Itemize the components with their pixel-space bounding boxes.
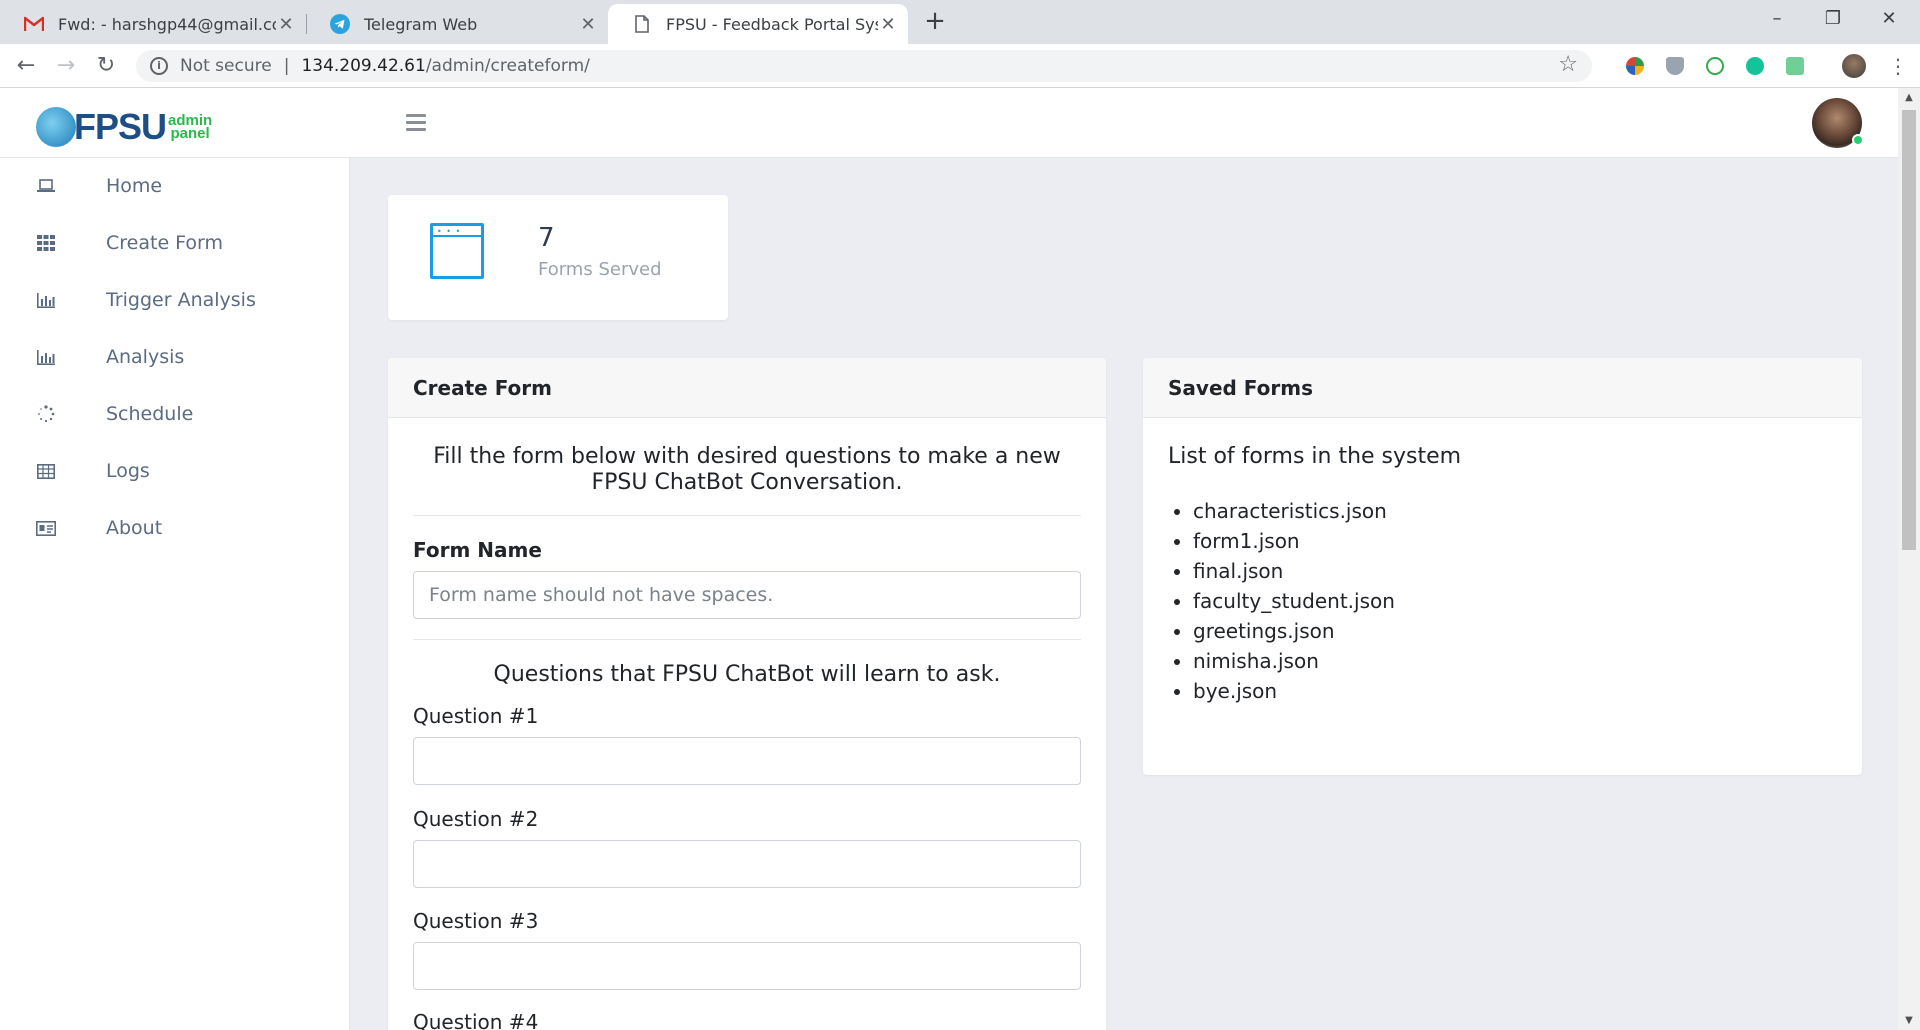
browser-toolbar: ← → ↻ i Not secure | 134.209.42.61 /admi… — [0, 44, 1920, 88]
grammarly-icon[interactable] — [1746, 57, 1764, 75]
sidebar-item-label: Analysis — [106, 346, 185, 368]
list-item: bye.json — [1193, 676, 1395, 706]
image-extension-icon[interactable] — [1786, 57, 1804, 75]
sidebar-item-home[interactable]: Home — [0, 166, 350, 206]
question-3-label: Question #3 — [413, 909, 539, 933]
app-header: FPSU admin panel — [0, 88, 1898, 158]
sidebar-item-analysis[interactable]: Analysis — [0, 337, 350, 377]
sidebar-item-label: Create Form — [106, 232, 224, 254]
restore-button[interactable]: ❐ — [1810, 0, 1856, 40]
logo-subtitle-line2: panel — [170, 125, 210, 142]
address-divider: | — [283, 56, 290, 76]
create-form-intro: Fill the form below with desired questio… — [433, 444, 1061, 495]
sidebar-item-label: Schedule — [106, 403, 194, 425]
form-name-label: Form Name — [413, 538, 542, 562]
saved-forms-title: Saved Forms — [1143, 358, 1862, 418]
sidebar-item-label: Trigger Analysis — [106, 289, 256, 311]
check-extension-icon[interactable] — [1706, 57, 1724, 75]
scrollbar-thumb[interactable] — [1902, 110, 1916, 550]
questions-heading: Questions that FPSU ChatBot will learn t… — [493, 662, 1001, 687]
sidebar-item-label: About — [106, 517, 163, 539]
sidebar-item-logs[interactable]: Logs — [0, 451, 350, 491]
laptop-icon — [34, 179, 58, 193]
tab-title: Fwd: - harshgp44@gmail.com - G — [58, 14, 276, 34]
forms-served-card: • • • 7 Forms Served — [388, 195, 728, 320]
logo-text: FPSU — [74, 106, 167, 147]
globe-logo-icon — [36, 107, 76, 147]
divider — [413, 639, 1081, 640]
list-item: nimisha.json — [1193, 646, 1395, 676]
menu-toggle-icon[interactable] — [406, 114, 426, 135]
close-tab-icon[interactable]: ✕ — [578, 14, 598, 35]
security-label: Not secure — [180, 56, 272, 76]
scroll-up-arrow-icon[interactable]: ▲ — [1898, 92, 1920, 103]
saved-forms-subtitle: List of forms in the system — [1168, 444, 1462, 469]
browser-tab-bar: Fwd: - harshgp44@gmail.com - G ✕ Telegra… — [0, 0, 1920, 44]
list-item: final.json — [1193, 556, 1395, 586]
forms-served-count: 7 — [538, 223, 555, 253]
question-4-label: Question #4 — [413, 1010, 539, 1030]
bar-chart-icon — [34, 292, 58, 308]
online-status-dot — [1852, 134, 1864, 146]
extension-icon[interactable] — [1626, 57, 1644, 75]
fpsu-logo[interactable]: FPSU admin panel — [36, 106, 212, 148]
browser-tab-fpsu[interactable]: FPSU - Feedback Portal System fo ✕ — [608, 4, 908, 44]
spinner-icon — [34, 405, 58, 423]
page-icon — [632, 14, 652, 34]
address-bar[interactable]: i Not secure | 134.209.42.61 /admin/crea… — [136, 50, 1592, 82]
table-icon — [34, 463, 58, 479]
close-tab-icon[interactable]: ✕ — [878, 14, 898, 35]
forward-button[interactable]: → — [52, 52, 80, 80]
tab-title: FPSU - Feedback Portal System fo — [666, 14, 878, 34]
close-tab-icon[interactable]: ✕ — [276, 14, 296, 35]
url-path: /admin/createform/ — [425, 56, 590, 76]
divider — [413, 515, 1081, 516]
create-form-card: Create Form Fill the form below with des… — [388, 358, 1106, 1030]
forms-served-label: Forms Served — [538, 259, 662, 280]
tab-title: Telegram Web — [364, 14, 478, 34]
shield-extension-icon[interactable] — [1666, 57, 1684, 75]
bookmark-star-icon[interactable]: ☆ — [1558, 52, 1578, 77]
browser-tab-telegram[interactable]: Telegram Web ✕ — [306, 4, 608, 44]
sidebar-item-trigger-analysis[interactable]: Trigger Analysis — [0, 280, 350, 320]
sidebar-item-schedule[interactable]: Schedule — [0, 394, 350, 434]
new-tab-button[interactable]: + — [920, 6, 950, 36]
list-item: characteristics.json — [1193, 496, 1395, 526]
browser-menu-icon[interactable]: ⋮ — [1888, 54, 1908, 78]
gmail-icon — [24, 14, 44, 34]
form-name-input[interactable] — [413, 571, 1081, 619]
info-icon[interactable]: i — [150, 57, 168, 75]
sidebar-item-label: Logs — [106, 460, 150, 482]
saved-forms-list: characteristics.json form1.json final.js… — [1193, 496, 1395, 706]
telegram-icon — [330, 14, 350, 34]
browser-window-icon: • • • — [430, 223, 484, 279]
list-item: form1.json — [1193, 526, 1395, 556]
question-2-input[interactable] — [413, 840, 1081, 888]
url-host: 134.209.42.61 — [301, 56, 426, 76]
question-1-label: Question #1 — [413, 704, 539, 728]
browser-tab-gmail[interactable]: Fwd: - harshgp44@gmail.com - G ✕ — [0, 4, 306, 44]
question-1-input[interactable] — [413, 737, 1081, 785]
saved-forms-card: Saved Forms List of forms in the system … — [1143, 358, 1862, 775]
id-card-icon — [34, 520, 58, 536]
scroll-down-arrow-icon[interactable]: ▼ — [1898, 1015, 1920, 1026]
sidebar-item-about[interactable]: About — [0, 508, 350, 548]
sidebar-item-label: Home — [106, 175, 163, 197]
minimize-button[interactable]: – — [1754, 0, 1800, 40]
sidebar: Home Create Form Trigger Analysis Analys… — [0, 158, 350, 1030]
list-item: greetings.json — [1193, 616, 1395, 646]
close-window-button[interactable]: ✕ — [1866, 0, 1912, 40]
page-scrollbar[interactable]: ▲ ▼ — [1898, 88, 1920, 1030]
question-3-input[interactable] — [413, 942, 1081, 990]
bar-chart-icon — [34, 349, 58, 365]
reload-button[interactable]: ↻ — [92, 52, 120, 80]
create-form-title: Create Form — [388, 358, 1106, 418]
list-item: faculty_student.json — [1193, 586, 1395, 616]
back-button[interactable]: ← — [12, 52, 40, 80]
sidebar-item-create-form[interactable]: Create Form — [0, 223, 350, 263]
logo-subtitle: admin panel — [168, 113, 212, 142]
question-2-label: Question #2 — [413, 807, 539, 831]
grid-icon — [34, 235, 58, 251]
profile-avatar[interactable] — [1842, 54, 1866, 78]
